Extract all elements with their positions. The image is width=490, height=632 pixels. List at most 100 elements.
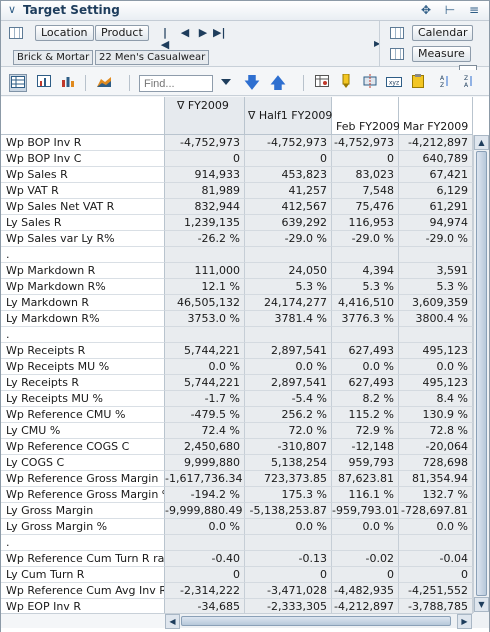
column-header[interactable]: Feb FY2009	[332, 97, 400, 135]
scroll-right-icon[interactable]: ▶	[457, 614, 472, 629]
table-cell[interactable]: -29.0 %	[245, 231, 332, 247]
table-cell[interactable]: 94,974	[399, 215, 473, 231]
table-cell[interactable]	[245, 327, 332, 343]
table-cell[interactable]	[332, 535, 399, 551]
table-cell[interactable]: 0.0 %	[399, 519, 473, 535]
table-cell[interactable]: 0.0 %	[399, 359, 473, 375]
table-cell[interactable]	[165, 247, 245, 263]
table-cell[interactable]: 4,394	[332, 263, 399, 279]
row-label[interactable]: Wp Reference Gross Margin	[1, 471, 165, 487]
table-cell[interactable]: 12.1 %	[165, 279, 245, 295]
table-cell[interactable]: 832,944	[165, 199, 245, 215]
vertical-scroll-thumb[interactable]	[476, 151, 487, 596]
row-label[interactable]: Wp Markdown R	[1, 263, 165, 279]
table-cell[interactable]: -4,212,897	[399, 135, 473, 151]
table-cell[interactable]: 87,623.81	[332, 471, 399, 487]
column-header[interactable]: Mar FY2009	[399, 97, 473, 135]
location-button[interactable]: Location	[35, 25, 94, 41]
table-cell[interactable]: 72.8 %	[399, 423, 473, 439]
row-label[interactable]: Wp Reference CMU %	[1, 407, 165, 423]
menu-icon[interactable]: ≡	[465, 2, 483, 18]
table-cell[interactable]: 72.4 %	[165, 423, 245, 439]
table-cell[interactable]: 116.1 %	[332, 487, 399, 503]
row-label[interactable]: Wp Sales R	[1, 167, 165, 183]
table-cell[interactable]: -26.2 %	[165, 231, 245, 247]
table-cell[interactable]	[332, 247, 399, 263]
horizontal-scroll-thumb[interactable]	[181, 616, 451, 626]
row-label[interactable]: Ly CMU %	[1, 423, 165, 439]
row-label[interactable]: Ly Markdown R%	[1, 311, 165, 327]
table-cell[interactable]: 2,897,541	[245, 375, 332, 391]
column-header[interactable]: ∇ FY2009	[165, 97, 245, 135]
table-cell[interactable]: -310,807	[245, 439, 332, 455]
table-cell[interactable]: 0.0 %	[332, 519, 399, 535]
table-cell[interactable]: -959,793.01	[332, 503, 399, 519]
table-cell[interactable]: 3,609,359	[399, 295, 473, 311]
table-cell[interactable]: -479.5 %	[165, 407, 245, 423]
table-cell[interactable]: 5.3 %	[332, 279, 399, 295]
row-label[interactable]: Wp Sales var Ly R%	[1, 231, 165, 247]
table-cell[interactable]: 728,698	[399, 455, 473, 471]
row-label[interactable]: Ly Receipts R	[1, 375, 165, 391]
table-cell[interactable]: 0.0 %	[332, 359, 399, 375]
table-cell[interactable]: 5,744,221	[165, 375, 245, 391]
table-cell[interactable]: 0	[245, 151, 332, 167]
table-cell[interactable]: -4,752,973	[245, 135, 332, 151]
row-label[interactable]: Wp BOP Inv R	[1, 135, 165, 151]
chevron-down-icon[interactable]: ∨	[5, 3, 19, 17]
find-input[interactable]	[139, 75, 213, 92]
table-cell[interactable]	[245, 535, 332, 551]
row-label[interactable]: .	[1, 247, 165, 263]
highlight-icon[interactable]	[337, 73, 355, 92]
table-cell[interactable]: 132.7 %	[399, 487, 473, 503]
table-cell[interactable]: -34,685	[165, 599, 245, 613]
table-cell[interactable]: -5.4 %	[245, 391, 332, 407]
table-cell[interactable]	[165, 535, 245, 551]
table-cell[interactable]: 3781.4 %	[245, 311, 332, 327]
row-label[interactable]: Ly Receipts MU %	[1, 391, 165, 407]
find-previous-icon[interactable]: 🡅	[269, 74, 287, 92]
bar-chart-icon[interactable]	[59, 74, 77, 92]
table-cell[interactable]: 3,591	[399, 263, 473, 279]
table-cell[interactable]: -1.7 %	[165, 391, 245, 407]
table-cell[interactable]: 5.3 %	[399, 279, 473, 295]
table-cell[interactable]: -1,617,736.34	[165, 471, 245, 487]
table-view-icon[interactable]	[9, 74, 27, 92]
table-cell[interactable]: -0.04	[399, 551, 473, 567]
table-cell[interactable]: 61,291	[399, 199, 473, 215]
table-cell[interactable]: -5,138,253.87	[245, 503, 332, 519]
table-cell[interactable]: 0.0 %	[165, 519, 245, 535]
table-cell[interactable]	[165, 327, 245, 343]
table-cell[interactable]: 2,450,680	[165, 439, 245, 455]
table-cell[interactable]: 639,292	[245, 215, 332, 231]
row-label[interactable]: Wp Markdown R%	[1, 279, 165, 295]
table-cell[interactable]: -29.0 %	[399, 231, 473, 247]
table-cell[interactable]: -2,314,222	[165, 583, 245, 599]
table-cell[interactable]: 75,476	[332, 199, 399, 215]
table-cell[interactable]: 0.0 %	[245, 519, 332, 535]
row-label[interactable]: Wp Reference Cum Turn R ratio	[1, 551, 165, 567]
split-icon[interactable]	[361, 74, 379, 92]
row-label[interactable]: .	[1, 535, 165, 551]
grid-settings-icon[interactable]	[313, 74, 331, 92]
table-cell[interactable]: 1,239,135	[165, 215, 245, 231]
table-cell[interactable]: -4,251,552	[399, 583, 473, 599]
table-cell[interactable]: 67,421	[399, 167, 473, 183]
row-label[interactable]: Wp Reference Gross Margin %	[1, 487, 165, 503]
column-header[interactable]: ∇ Half1 FY2009	[245, 97, 332, 135]
table-cell[interactable]: 412,567	[245, 199, 332, 215]
row-label[interactable]: Wp VAT R	[1, 183, 165, 199]
table-cell[interactable]: -20,064	[399, 439, 473, 455]
table-cell[interactable]: 914,933	[165, 167, 245, 183]
row-label[interactable]: Ly Gross Margin	[1, 503, 165, 519]
table-cell[interactable]: -9,999,880.49	[165, 503, 245, 519]
row-label[interactable]: Wp Reference COGS C	[1, 439, 165, 455]
table-cell[interactable]: 0.0 %	[165, 359, 245, 375]
pin-icon[interactable]: ⊢	[441, 2, 459, 18]
table-cell[interactable]: 115.2 %	[332, 407, 399, 423]
table-cell[interactable]: 81,354.94	[399, 471, 473, 487]
xyz-icon[interactable]: xyz	[385, 74, 403, 92]
row-label[interactable]: Wp EOP Inv R	[1, 599, 165, 613]
table-cell[interactable]: 0	[332, 567, 399, 583]
table-cell[interactable]: 640,789	[399, 151, 473, 167]
